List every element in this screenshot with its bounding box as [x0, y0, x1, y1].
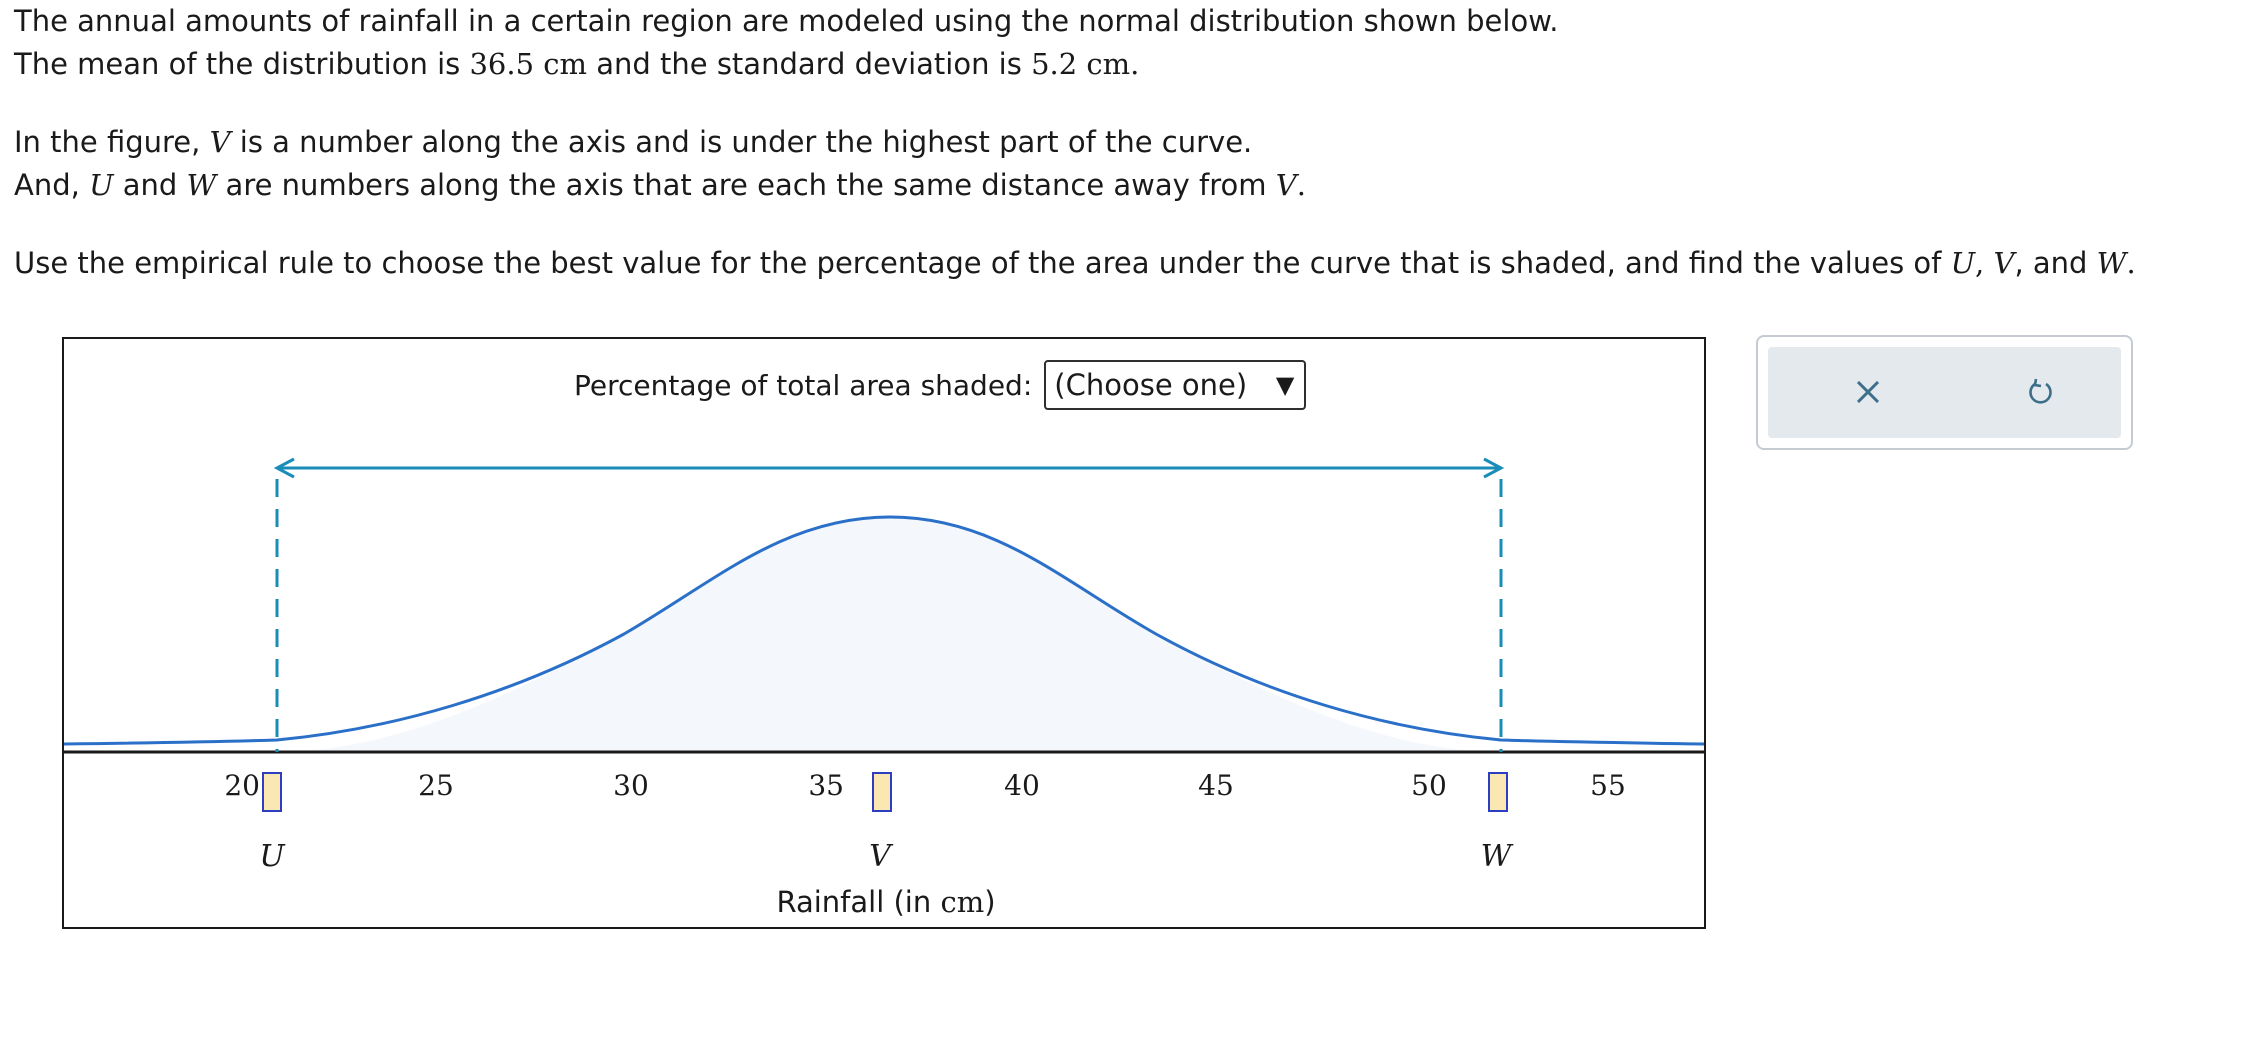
tick-label-50: 50	[1411, 769, 1447, 802]
v-answer-input[interactable]	[872, 772, 892, 812]
percentage-select[interactable]: (Choose one) ▼	[1044, 360, 1307, 410]
close-icon	[1856, 380, 1880, 404]
tick-label-35: 35	[808, 769, 844, 802]
intro-line-4: And, U and W are numbers along the axis …	[14, 168, 1306, 202]
axis-title: Rainfall (in cm)	[776, 885, 996, 919]
w-answer-input[interactable]	[1488, 772, 1508, 812]
v-label: V	[869, 839, 894, 874]
percentage-label: Percentage of total area shaded:	[574, 368, 1033, 402]
clear-button[interactable]	[1848, 372, 1888, 412]
chevron-down-icon: ▼	[1275, 371, 1295, 399]
problem-statement: The annual amounts of rainfall in a cert…	[14, 0, 2234, 285]
answer-tools	[1756, 335, 2133, 450]
tick-label-55: 55	[1590, 769, 1626, 802]
intro-line-3: In the figure, V is a number along the a…	[14, 125, 1253, 159]
w-label: W	[1481, 839, 1514, 874]
intro-line-1: The annual amounts of rainfall in a cert…	[14, 4, 1559, 38]
percentage-select-value: (Choose one)	[1054, 368, 1248, 402]
percentage-question: Percentage of total area shaded: (Choose…	[574, 360, 1307, 410]
reset-button[interactable]	[2020, 372, 2060, 412]
tick-label-45: 45	[1198, 769, 1234, 802]
tick-label-40: 40	[1004, 769, 1040, 802]
normal-distribution-panel: 20 25 30 35 40 45 50 55 U V W Percentage…	[62, 337, 1706, 929]
normal-curve-figure: 20 25 30 35 40 45 50 55 U V W	[64, 457, 1704, 874]
u-answer-input[interactable]	[262, 772, 282, 812]
shaded-area	[277, 517, 1501, 752]
undo-icon	[2029, 378, 2052, 404]
tick-label-30: 30	[613, 769, 649, 802]
u-label: U	[259, 839, 286, 874]
intro-line-5: Use the empirical rule to choose the bes…	[14, 246, 2136, 280]
tick-label-25: 25	[418, 769, 454, 802]
answer-tools-bar	[1768, 347, 2121, 438]
intro-line-2: The mean of the distribution is 36.5 cm …	[14, 47, 1140, 81]
tick-label-20: 20	[224, 769, 260, 802]
